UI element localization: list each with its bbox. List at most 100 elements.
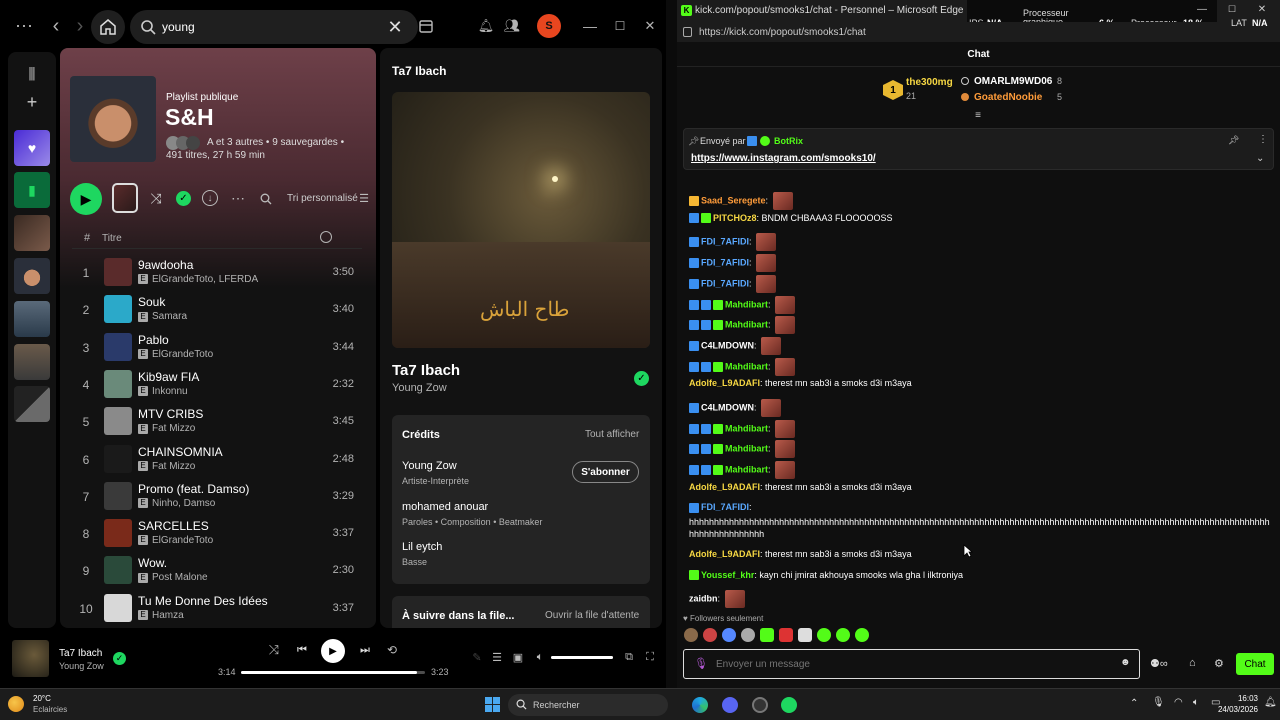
wifi-icon[interactable]: ◠: [1174, 697, 1183, 708]
track-artist-text[interactable]: ElGrandeToto, LFERDA: [152, 274, 258, 285]
emote-icon[interactable]: [779, 628, 793, 642]
track-artist-text[interactable]: Fat Mizzo: [152, 461, 195, 472]
track-row[interactable]: 4 Kib9aw FIA E Inkonnu 2:32: [72, 366, 368, 403]
devices-icon[interactable]: ▣: [511, 650, 525, 664]
volume-slider[interactable]: [551, 656, 613, 659]
friends-icon[interactable]: 👥︎: [502, 16, 522, 36]
chat-username[interactable]: Youssef_khr: [701, 570, 754, 580]
emote-icon[interactable]: [817, 628, 831, 642]
library-tile[interactable]: [14, 386, 50, 422]
library-tile[interactable]: [14, 215, 50, 251]
track-row[interactable]: 6 CHAINSOMNIA E Fat Mizzo 2:48: [72, 441, 368, 478]
credit-name[interactable]: mohamed anouar: [402, 501, 488, 513]
edge-app-icon[interactable]: [692, 697, 708, 713]
miniplayer-icon[interactable]: ⧉: [622, 650, 636, 664]
discord-app-icon[interactable]: [722, 697, 738, 713]
collapse-icon[interactable]: ≡: [971, 110, 985, 121]
track-artist-text[interactable]: Post Malone: [152, 572, 208, 583]
message-input-box[interactable]: 🎙︎ ☻: [683, 649, 1140, 679]
track-artist-text[interactable]: ElGrandeToto: [152, 535, 213, 546]
library-tile[interactable]: [14, 258, 50, 294]
track-row[interactable]: 2 Souk E Samara 3:40: [72, 291, 368, 328]
weather-icon[interactable]: [8, 696, 24, 712]
chat-username[interactable]: C4LMDOWN: [701, 340, 754, 350]
notification-icon[interactable]: 🔔︎: [1264, 697, 1277, 708]
player-cover[interactable]: [12, 640, 49, 677]
emote-icon[interactable]: [703, 628, 717, 642]
pinned-author[interactable]: BotRix: [774, 136, 803, 146]
chat-username[interactable]: Adolfe_L9ADAFI: [689, 378, 760, 388]
emote-icon[interactable]: [836, 628, 850, 642]
browse-icon[interactable]: [416, 16, 436, 36]
microphone-icon[interactable]: 🎙︎: [694, 657, 708, 670]
track-row[interactable]: 10 Tu Me Donne Des Idées E Hamza 3:37: [72, 590, 368, 627]
chat-username[interactable]: zaidbn: [689, 594, 718, 604]
track-artist-text[interactable]: Fat Mizzo: [152, 423, 195, 434]
chevron-down-icon[interactable]: ⌄: [1256, 153, 1264, 164]
track-title[interactable]: CHAINSOMNIA: [138, 445, 223, 459]
liked-songs-tile[interactable]: ♥: [14, 130, 50, 166]
close-icon[interactable]: ✕: [1255, 3, 1269, 15]
show-all-link[interactable]: Tout afficher: [585, 429, 639, 440]
lyrics-icon[interactable]: ✎: [470, 650, 484, 664]
progress-bar[interactable]: [241, 671, 425, 674]
chat-username[interactable]: FDI_7AFIDI: [701, 257, 749, 267]
avatar[interactable]: S: [537, 14, 561, 38]
track-artist-text[interactable]: Inkonnu: [152, 386, 188, 397]
repeat-icon[interactable]: ⟲: [384, 642, 400, 658]
track-artist-text[interactable]: ElGrandeToto: [152, 349, 213, 360]
chat-username[interactable]: Mahdibart: [725, 464, 768, 474]
more-options-icon[interactable]: ⋯: [228, 188, 248, 208]
track-artist-text[interactable]: Ninho, Damso: [152, 498, 215, 509]
leaderboard-user[interactable]: OMARLM9WD06: [974, 76, 1052, 87]
search-input[interactable]: young: [162, 20, 195, 34]
chat-username[interactable]: C4LMDOWN: [701, 402, 754, 412]
windows-start-icon[interactable]: [485, 697, 500, 712]
spotify-app-icon[interactable]: [781, 697, 797, 713]
app-icon[interactable]: [752, 697, 768, 713]
clock-time[interactable]: 16:03: [1218, 694, 1258, 703]
chat-username[interactable]: FDI_7AFIDI: [701, 502, 749, 512]
library-icon[interactable]: ⫼: [22, 64, 42, 84]
gift-icon[interactable]: ⚉∞: [1150, 657, 1168, 670]
track-artist[interactable]: E Inkonnu: [138, 386, 188, 397]
previous-icon[interactable]: ⏮: [294, 642, 310, 658]
chat-username[interactable]: Adolfe_L9ADAFI: [689, 549, 760, 559]
preview-thumbnail[interactable]: [112, 183, 138, 213]
weather-desc[interactable]: Eclaircies: [33, 705, 67, 714]
credit-name[interactable]: Young Zow: [402, 460, 457, 472]
lock-icon[interactable]: [683, 27, 692, 37]
play-pause-button[interactable]: ▶: [321, 639, 345, 663]
emote-icon[interactable]: [722, 628, 736, 642]
maximize-icon[interactable]: ☐: [610, 16, 630, 36]
track-artist[interactable]: E Post Malone: [138, 572, 208, 583]
player-title[interactable]: Ta7 Ibach: [59, 648, 102, 659]
track-title[interactable]: Tu Me Donne Des Idées: [138, 594, 268, 608]
sort-button[interactable]: Tri personnalisé: [287, 193, 358, 204]
track-title[interactable]: Pablo: [138, 333, 169, 347]
volume-icon[interactable]: 🔈︎: [533, 650, 547, 664]
url-text[interactable]: https://kick.com/popout/smooks1/chat: [699, 27, 866, 38]
credit-name[interactable]: Lil eytch: [402, 541, 442, 553]
leaderboard-user[interactable]: GoatedNoobie: [974, 92, 1042, 103]
chat-username[interactable]: Mahdibart: [725, 444, 768, 454]
library-tile[interactable]: [14, 344, 50, 380]
now-playing-artist[interactable]: Young Zow: [392, 382, 447, 394]
track-row[interactable]: 3 Pablo E ElGrandeToto 3:44: [72, 329, 368, 366]
unpin-icon[interactable]: 📌︎: [1228, 135, 1239, 146]
microphone-icon[interactable]: 🎙︎: [1152, 697, 1165, 708]
clear-search-icon[interactable]: ✕: [384, 16, 406, 38]
minimize-icon[interactable]: —: [580, 16, 600, 36]
emoji-icon[interactable]: ☻: [1120, 657, 1131, 668]
track-artist[interactable]: E ElGrandeToto: [138, 535, 213, 546]
fullscreen-icon[interactable]: ⛶: [643, 650, 657, 664]
add-icon[interactable]: +: [22, 92, 42, 112]
back-icon[interactable]: ‹: [46, 14, 66, 38]
search-bar[interactable]: young ✕: [130, 10, 418, 44]
track-title[interactable]: Souk: [138, 295, 165, 309]
emote-icon[interactable]: [855, 628, 869, 642]
chat-username[interactable]: PITCHOz8: [713, 213, 757, 223]
track-artist[interactable]: E Ninho, Damso: [138, 498, 215, 509]
track-artist[interactable]: E Fat Mizzo: [138, 461, 195, 472]
list-view-icon[interactable]: ☰: [358, 191, 370, 205]
